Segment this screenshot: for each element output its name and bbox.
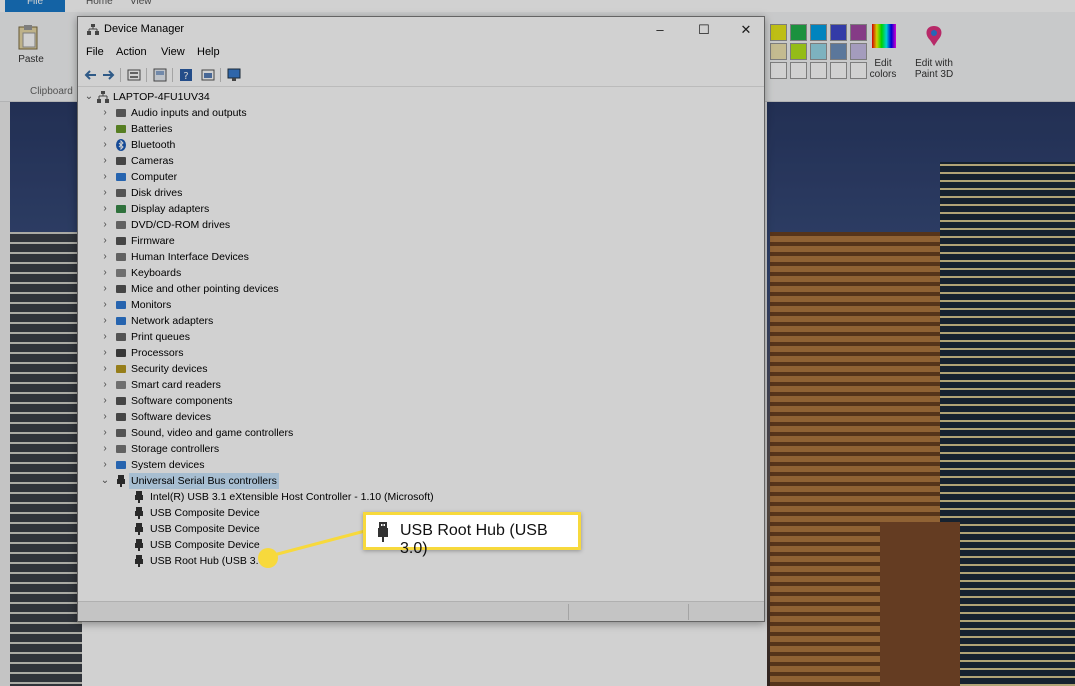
callout-label: USB Root Hub (USB 3.0): [400, 522, 548, 557]
callout-connector: [269, 529, 366, 558]
callout-dot: [258, 548, 278, 568]
callout-box: USB Root Hub (USB 3.0): [363, 512, 581, 557]
usb-plug-icon: [376, 522, 390, 542]
